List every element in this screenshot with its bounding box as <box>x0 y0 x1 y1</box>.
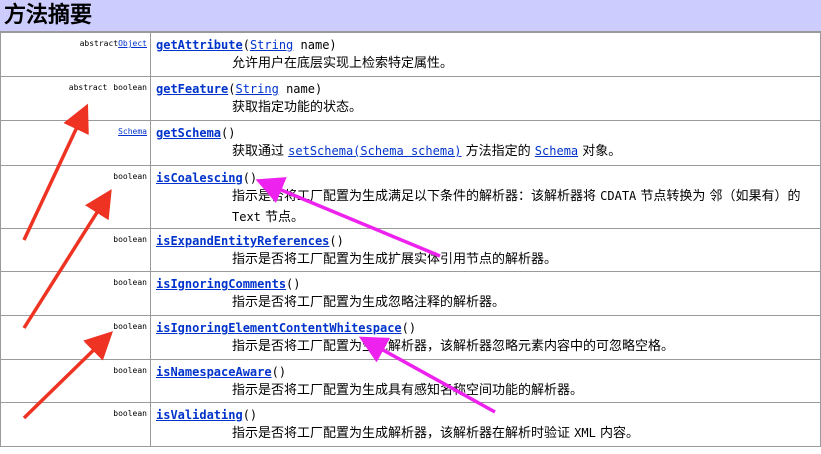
method-row: boolean isCoalescing() 指示是否将工厂配置为生成满足以下条件的… <box>0 165 821 229</box>
description-text: 方法指定的 <box>461 144 535 159</box>
description-text: 节点。 <box>260 210 305 225</box>
method-signature: isIgnoringComments() <box>156 277 820 292</box>
signature-paren: () <box>221 126 236 140</box>
description-text: 对象。 <box>578 144 622 159</box>
method-name-link[interactable]: isIgnoringElementContentWhitespace <box>156 321 402 335</box>
method-detail: getSchema() 获取通过 setSchema(Schema schema)… <box>150 120 821 166</box>
description-text: 指示是否将工厂配置为生成扩展实体引用节点的解析器。 <box>232 252 558 267</box>
description-text: 指示是否将工厂配置为生成满足以下条件的解析器：该解析器将 <box>232 189 601 204</box>
method-description: 指示是否将工厂配置为生成具有感知名称空间功能的解析器。 <box>232 380 820 401</box>
modifier-text: abstract <box>68 83 108 92</box>
method-signature: getAttribute(String name) <box>156 38 820 53</box>
signature-paren: ( <box>242 38 250 52</box>
description-text: 指示是否将工厂配置为生成解析器，该解析器忽略元素内容中的可忽略空格。 <box>232 339 675 354</box>
method-row: boolean isExpandEntityReferences() 指示是否将工厂… <box>0 228 821 272</box>
method-description: 指示是否将工厂配置为生成忽略注释的解析器。 <box>232 292 820 313</box>
method-name-link[interactable]: isCoalescing <box>156 171 243 185</box>
description-text: 指示是否将工厂配置为生成忽略注释的解析器。 <box>232 295 506 310</box>
description-text: 允许用户在底层实现上检索特定属性。 <box>232 56 454 71</box>
method-signature: getSchema() <box>156 126 820 141</box>
method-row: abstractObject getAttribute(String name) 允… <box>0 32 821 77</box>
method-modifiers: boolean <box>0 315 151 360</box>
method-row: boolean isValidating() 指示是否将工厂配置为生成解析器，该解析… <box>0 402 821 447</box>
method-name-link[interactable]: isIgnoringComments <box>156 277 286 291</box>
method-name-link[interactable]: isValidating <box>156 408 243 422</box>
modifier-text: boolean <box>113 235 147 244</box>
method-modifiers: boolean <box>0 271 151 316</box>
method-row: boolean isIgnoringElementContentWhitespac… <box>0 315 821 360</box>
method-detail: isIgnoringComments() 指示是否将工厂配置为生成忽略注释的解析器… <box>150 271 821 316</box>
modifier-text: boolean <box>113 83 147 92</box>
method-description: 指示是否将工厂配置为生成解析器，该解析器在解析时验证 XML 内容。 <box>232 423 820 444</box>
method-modifiers: abstract boolean <box>0 76 151 121</box>
description-text: 内容。 <box>595 426 639 441</box>
modifier-text: boolean <box>113 366 147 375</box>
signature-paren: () <box>242 408 258 422</box>
return-type-link[interactable]: Schema <box>118 127 147 136</box>
modifier-text: boolean <box>113 278 147 287</box>
method-description: 获取通过 setSchema(Schema schema) 方法指定的 Sche… <box>232 141 820 162</box>
method-row: abstract boolean getFeature(String name) 获取… <box>0 76 821 121</box>
modifier-text: abstract <box>79 39 119 48</box>
method-description: 指示是否将工厂配置为生成扩展实体引用节点的解析器。 <box>232 249 820 270</box>
method-detail: isNamespaceAware() 指示是否将工厂配置为生成具有感知名称空间功能… <box>150 359 821 403</box>
description-link[interactable]: Schema <box>535 144 578 158</box>
method-modifiers: boolean <box>0 228 151 272</box>
method-detail: getAttribute(String name) 允许用户在底层实现上检索特定属… <box>150 32 821 77</box>
method-modifiers: boolean <box>0 165 151 229</box>
method-detail: isExpandEntityReferences() 指示是否将工厂配置为生成扩展… <box>150 228 821 272</box>
method-modifiers: boolean <box>0 359 151 403</box>
description-link[interactable]: setSchema(Schema schema) <box>288 144 461 158</box>
method-row: boolean isNamespaceAware() 指示是否将工厂配置为生成具有感… <box>0 359 821 403</box>
method-summary-header: 方法摘要 <box>0 0 821 32</box>
method-name-link[interactable]: getAttribute <box>156 38 243 52</box>
description-code: XML <box>574 426 596 440</box>
description-text: 节点转换为 邻（如果有）的 <box>636 189 801 204</box>
description-text: 指示是否将工厂配置为生成解析器，该解析器在解析时验证 <box>232 426 575 441</box>
param-type-link[interactable]: String <box>250 38 293 52</box>
method-description: 允许用户在底层实现上检索特定属性。 <box>232 53 820 74</box>
signature-paren: () <box>271 365 287 379</box>
method-description: 指示是否将工厂配置为生成满足以下条件的解析器：该解析器将 CDATA 节点转换为… <box>232 186 812 228</box>
signature-paren: () <box>242 171 258 185</box>
method-name-link[interactable]: getFeature <box>156 82 228 96</box>
description-text: 指示是否将工厂配置为生成具有感知名称空间功能的解析器。 <box>232 383 584 398</box>
param-name: name) <box>293 38 337 52</box>
method-name-link[interactable]: getSchema <box>156 126 221 140</box>
method-row: Schema getSchema() 获取通过 setSchema(Schema s… <box>0 120 821 166</box>
method-signature: isCoalescing() <box>156 171 820 186</box>
description-text: 获取通过 <box>232 144 289 159</box>
method-signature: isValidating() <box>156 408 820 423</box>
param-name: name) <box>278 82 323 96</box>
description-code: CDATA <box>600 189 637 203</box>
method-signature: isExpandEntityReferences() <box>156 234 820 249</box>
method-signature: isNamespaceAware() <box>156 365 820 380</box>
method-modifiers: abstractObject <box>0 32 151 77</box>
method-description: 获取指定功能的状态。 <box>232 97 820 118</box>
modifier-text: boolean <box>113 322 147 331</box>
method-summary-table: abstractObject getAttribute(String name) 允… <box>0 32 821 447</box>
method-detail: isValidating() 指示是否将工厂配置为生成解析器，该解析器在解析时验证… <box>150 402 821 447</box>
method-detail: getFeature(String name) 获取指定功能的状态。 <box>150 76 821 121</box>
description-text: 获取指定功能的状态。 <box>232 100 363 115</box>
method-modifiers: boolean <box>0 402 151 447</box>
signature-paren: () <box>286 277 301 291</box>
method-summary-title: 方法摘要 <box>4 3 93 28</box>
method-detail: isCoalescing() 指示是否将工厂配置为生成满足以下条件的解析器：该解析… <box>150 165 821 229</box>
method-row: boolean isIgnoringComments() 指示是否将工厂配置为生成忽… <box>0 271 821 316</box>
method-modifiers: Schema <box>0 120 151 166</box>
modifier-text: boolean <box>113 172 147 181</box>
method-name-link[interactable]: isNamespaceAware <box>156 365 272 379</box>
method-name-link[interactable]: isExpandEntityReferences <box>156 234 329 248</box>
method-detail: isIgnoringElementContentWhitespace() 指示是否… <box>150 315 821 360</box>
param-type-link[interactable]: String <box>235 82 278 96</box>
return-type-link[interactable]: Object <box>118 39 147 48</box>
method-signature: getFeature(String name) <box>156 82 820 97</box>
signature-paren: () <box>401 321 417 335</box>
description-code: Text <box>232 210 261 224</box>
signature-paren: () <box>329 234 344 248</box>
modifier-text: boolean <box>113 409 147 418</box>
method-description: 指示是否将工厂配置为生成解析器，该解析器忽略元素内容中的可忽略空格。 <box>232 336 820 357</box>
method-signature: isIgnoringElementContentWhitespace() <box>156 321 820 336</box>
